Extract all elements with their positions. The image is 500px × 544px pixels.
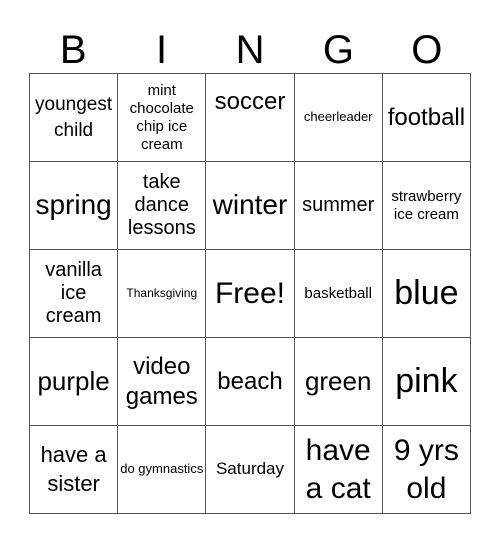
bingo-cell[interactable]: Saturday [206,426,295,514]
bingo-cell[interactable]: beach [206,338,295,426]
free-space-cell[interactable]: Free! [206,250,295,338]
bingo-cell[interactable]: mint chocolate chip ice cream [118,74,207,162]
bingo-cell[interactable]: purple [30,338,119,426]
header-letter-g: G [322,28,354,72]
bingo-cell[interactable]: basketball [294,250,383,338]
bingo-cell[interactable]: vanilla ice cream [30,250,119,338]
header-letter-i: I [156,28,168,72]
bingo-cell[interactable]: have a cat [294,426,383,514]
bingo-cell[interactable]: winter [206,162,295,250]
header-letter-o: O [411,28,443,72]
bingo-grid: youngest child mint chocolate chip ice c… [29,73,471,514]
bingo-cell[interactable]: do gymnastics [118,426,207,514]
bingo-cell[interactable]: 9 yrs old [382,426,471,514]
bingo-cell[interactable]: cheerleader [294,74,383,162]
bingo-cell[interactable]: youngest child [30,74,119,162]
bingo-cell[interactable]: green [294,338,383,426]
bingo-cell[interactable]: take dance lessons [118,162,207,250]
bingo-cell[interactable]: spring [30,162,119,250]
bingo-cell[interactable]: Thanksgiving [118,250,207,338]
bingo-cell[interactable]: strawberry ice cream [382,162,471,250]
bingo-cell[interactable]: soccer [206,74,295,162]
bingo-cell[interactable]: blue [382,250,471,338]
bingo-cell[interactable]: pink [382,338,471,426]
bingo-header: B I N G O [29,28,471,72]
bingo-cell[interactable]: football [382,74,471,162]
header-letter-b: B [59,28,87,72]
bingo-cell[interactable]: summer [294,162,383,250]
header-letter-n: N [235,28,265,72]
bingo-cell[interactable]: video games [118,338,207,426]
bingo-cell[interactable]: have a sister [30,426,119,514]
